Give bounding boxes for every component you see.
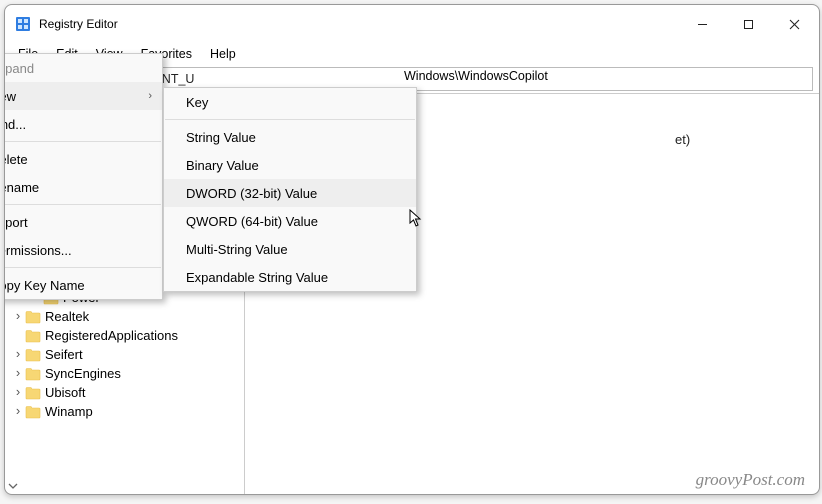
menu-item-label: Multi-String Value (186, 242, 288, 257)
ctx-new-multi-string-value[interactable]: Multi-String Value (164, 235, 416, 263)
menu-item-label: String Value (186, 130, 256, 145)
tree-item-winamp[interactable]: Winamp (7, 402, 242, 421)
chevron-right-icon[interactable] (11, 365, 25, 380)
minimize-button[interactable] (679, 5, 725, 43)
scroll-chevron-down-icon[interactable] (7, 480, 19, 492)
menu-separator (165, 119, 415, 120)
menu-item-label: Permissions... (4, 243, 72, 258)
menu-item-label: Export (4, 215, 28, 230)
menu-item-label: Delete (4, 152, 28, 167)
titlebar: Registry Editor (5, 5, 819, 43)
context-menu-main: Expand New › Find... Delete Rename Export Permi… (4, 53, 163, 300)
menu-item-label: Find... (4, 117, 26, 132)
close-button[interactable] (771, 5, 817, 43)
window: Registry Editor File Edit View Favorites… (4, 4, 820, 495)
folder-icon (25, 310, 41, 324)
regedit-icon (15, 16, 31, 32)
chevron-right-icon[interactable] (11, 384, 25, 399)
menu-item-label: Expandable String Value (186, 270, 328, 285)
ctx-item-export[interactable]: Export (4, 208, 162, 236)
tree-item-ubisoft[interactable]: Ubisoft (7, 383, 242, 402)
chevron-right-icon[interactable] (11, 308, 25, 323)
menu-item-label: Key (186, 95, 208, 110)
ctx-item-copy-key-name[interactable]: Copy Key Name (4, 271, 162, 299)
tree-item-label: Realtek (45, 309, 89, 324)
menu-item-label: Expand (4, 61, 34, 76)
menu-item-label: New (4, 89, 16, 104)
chevron-right-icon[interactable] (11, 403, 25, 418)
ctx-new-dword-32-bit-value[interactable]: DWORD (32-bit) Value (164, 179, 416, 207)
menu-item-label: Copy Key Name (4, 278, 85, 293)
maximize-button[interactable] (725, 5, 771, 43)
tree-item-seifert[interactable]: Seifert (7, 345, 242, 364)
menu-help[interactable]: Help (201, 45, 245, 63)
tree-item-label: Ubisoft (45, 385, 85, 400)
folder-icon (25, 348, 41, 362)
ctx-item-rename[interactable]: Rename (4, 173, 162, 201)
menu-item-label: QWORD (64-bit) Value (186, 214, 318, 229)
chevron-right-icon: › (148, 90, 152, 102)
ctx-new-string-value[interactable]: String Value (164, 123, 416, 151)
watermark: groovyPost.com (696, 470, 805, 490)
ctx-new-qword-64-bit-value[interactable]: QWORD (64-bit) Value (164, 207, 416, 235)
ctx-new-binary-value[interactable]: Binary Value (164, 151, 416, 179)
menu-separator (4, 204, 161, 205)
tree-item-label: Seifert (45, 347, 83, 362)
menu-separator (4, 267, 161, 268)
ctx-item-find[interactable]: Find... (4, 110, 162, 138)
menu-item-label: Binary Value (186, 158, 259, 173)
folder-icon (25, 405, 41, 419)
ctx-item-delete[interactable]: Delete (4, 145, 162, 173)
window-controls (679, 5, 817, 43)
context-menu-new: Key String Value Binary Value DWORD (32-bit… (163, 87, 417, 292)
tree-item-syncengines[interactable]: SyncEngines (7, 364, 242, 383)
tree-item-registeredapplications[interactable]: RegisteredApplications (7, 326, 242, 345)
chevron-right-icon[interactable] (11, 346, 25, 361)
ctx-new-expandable-string-value[interactable]: Expandable String Value (164, 263, 416, 291)
folder-icon (25, 386, 41, 400)
split-pane: PiriformPoliciesMicrosoftOfficeSystemCer… (5, 93, 819, 494)
folder-icon (25, 329, 41, 343)
ctx-item-expand: Expand (4, 54, 162, 82)
menu-separator (4, 141, 161, 142)
address-text-right: Windows\WindowsCopilot (404, 69, 548, 83)
menu-item-label: Rename (4, 180, 39, 195)
menu-item-label: DWORD (32-bit) Value (186, 186, 317, 201)
window-title: Registry Editor (39, 17, 679, 31)
ctx-item-new[interactable]: New › (4, 82, 162, 110)
tree-item-label: SyncEngines (45, 366, 121, 381)
ctx-item-permissions[interactable]: Permissions... (4, 236, 162, 264)
ctx-new-key[interactable]: Key (164, 88, 416, 116)
tree-item-realtek[interactable]: Realtek (7, 307, 242, 326)
folder-icon (25, 367, 41, 381)
tree-item-label: Winamp (45, 404, 93, 419)
tree-item-label: RegisteredApplications (45, 328, 178, 343)
